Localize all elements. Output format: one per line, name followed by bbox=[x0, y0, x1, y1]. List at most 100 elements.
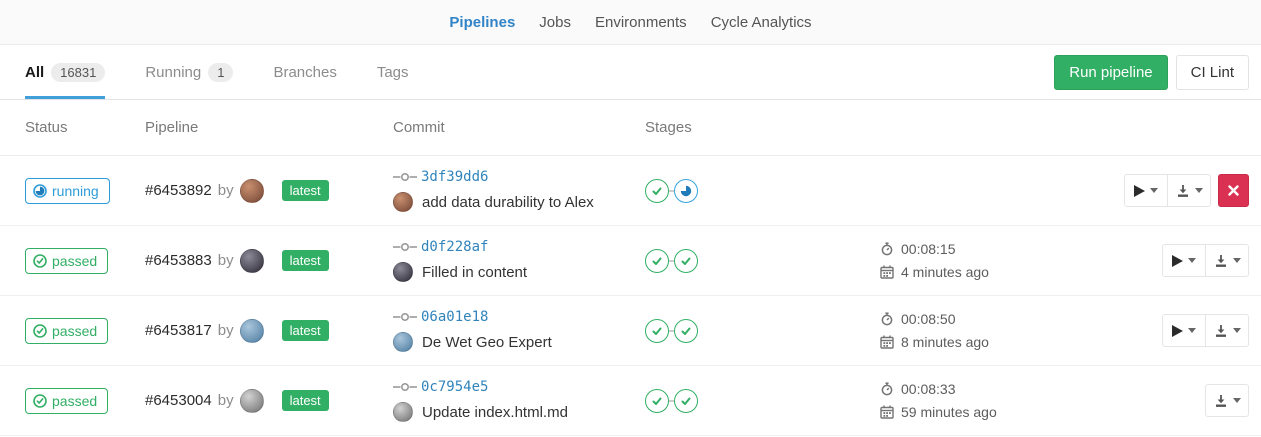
stage-passed-icon[interactable] bbox=[645, 389, 669, 413]
pipeline-id-link[interactable]: #6453892 bbox=[145, 182, 212, 199]
row-action-group bbox=[1162, 244, 1249, 277]
pipeline-duration: 00:08:15 bbox=[901, 241, 956, 257]
status-label: passed bbox=[52, 253, 97, 269]
pipeline-id-link[interactable]: #6453817 bbox=[145, 322, 212, 339]
pipeline-row: passed #6453004 by latest 0c7954e5 Updat… bbox=[0, 366, 1261, 436]
nav-tab-cycle-analytics[interactable]: Cycle Analytics bbox=[711, 14, 812, 31]
pipelines-table-header: Status Pipeline Commit Stages bbox=[0, 100, 1261, 156]
pipelines-toolbar: All 16831 Running 1 Branches Tags Run pi… bbox=[0, 45, 1261, 100]
artifacts-dropdown-button[interactable] bbox=[1205, 384, 1249, 417]
nav-tab-jobs[interactable]: Jobs bbox=[539, 14, 571, 31]
column-header-status: Status bbox=[25, 119, 145, 136]
commit-sha-link[interactable]: d0f228af bbox=[421, 239, 488, 255]
stage-passed-icon[interactable] bbox=[674, 249, 698, 273]
pipeline-id-link[interactable]: #6453004 bbox=[145, 392, 212, 409]
status-badge-passed[interactable]: passed bbox=[25, 248, 108, 274]
chevron-down-icon bbox=[1233, 398, 1241, 403]
commit-icon bbox=[393, 311, 417, 323]
status-label: running bbox=[52, 183, 99, 199]
by-label: by bbox=[218, 392, 234, 409]
tab-all[interactable]: All 16831 bbox=[25, 45, 105, 99]
stage-passed-icon[interactable] bbox=[674, 389, 698, 413]
commit-message-link[interactable]: Update index.html.md bbox=[422, 404, 568, 421]
column-header-commit: Commit bbox=[393, 119, 645, 136]
commit-message-link[interactable]: add data durability to Alex bbox=[422, 194, 594, 211]
commit-author-avatar[interactable] bbox=[393, 262, 413, 282]
by-label: by bbox=[218, 182, 234, 199]
timer-icon bbox=[880, 382, 894, 396]
commit-author-avatar[interactable] bbox=[393, 332, 413, 352]
pipeline-author-avatar[interactable] bbox=[240, 179, 264, 203]
tab-branches[interactable]: Branches bbox=[273, 45, 336, 99]
calendar-icon bbox=[880, 405, 894, 419]
pipeline-row: running #6453892 by latest 3df39dd6 add … bbox=[0, 156, 1261, 226]
tab-all-count-badge: 16831 bbox=[51, 63, 105, 82]
tab-all-label: All bbox=[25, 64, 44, 81]
download-icon bbox=[1214, 394, 1228, 408]
stage-passed-icon[interactable] bbox=[645, 249, 669, 273]
pipeline-author-avatar[interactable] bbox=[240, 319, 264, 343]
play-icon bbox=[1172, 255, 1183, 267]
commit-icon bbox=[393, 381, 417, 393]
download-icon bbox=[1214, 254, 1228, 268]
commit-sha-link[interactable]: 0c7954e5 bbox=[421, 379, 488, 395]
manual-actions-dropdown-button[interactable] bbox=[1124, 174, 1168, 207]
nav-tab-environments[interactable]: Environments bbox=[595, 14, 687, 31]
running-status-icon bbox=[33, 184, 47, 198]
chevron-down-icon bbox=[1195, 188, 1203, 193]
latest-badge: latest bbox=[282, 180, 329, 201]
pipeline-filter-tabs: All 16831 Running 1 Branches Tags bbox=[25, 45, 409, 99]
tab-running-label: Running bbox=[145, 64, 201, 81]
chevron-down-icon bbox=[1188, 328, 1196, 333]
tab-running-count-badge: 1 bbox=[208, 63, 233, 82]
row-action-group bbox=[1162, 314, 1249, 347]
by-label: by bbox=[218, 252, 234, 269]
commit-sha-link[interactable]: 3df39dd6 bbox=[421, 169, 488, 185]
download-icon bbox=[1176, 184, 1190, 198]
status-badge-passed[interactable]: passed bbox=[25, 318, 108, 344]
tab-tags[interactable]: Tags bbox=[377, 45, 409, 99]
pipeline-author-avatar[interactable] bbox=[240, 249, 264, 273]
commit-sha-link[interactable]: 06a01e18 bbox=[421, 309, 488, 325]
artifacts-dropdown-button[interactable] bbox=[1167, 174, 1211, 207]
pipeline-row: passed #6453883 by latest d0f228af Fille… bbox=[0, 226, 1261, 296]
pipeline-row: passed #6453817 by latest 06a01e18 De We… bbox=[0, 296, 1261, 366]
stage-passed-icon[interactable] bbox=[645, 319, 669, 343]
status-badge-running[interactable]: running bbox=[25, 178, 110, 204]
commit-message-link[interactable]: Filled in content bbox=[422, 264, 527, 281]
cancel-pipeline-button[interactable] bbox=[1218, 174, 1249, 207]
nav-tab-pipelines[interactable]: Pipelines bbox=[449, 14, 515, 31]
pipeline-finished-time: 4 minutes ago bbox=[901, 264, 989, 280]
row-action-group bbox=[1206, 384, 1249, 417]
play-icon bbox=[1172, 325, 1183, 337]
status-label: passed bbox=[52, 323, 97, 339]
manual-actions-dropdown-button[interactable] bbox=[1162, 314, 1206, 347]
commit-icon bbox=[393, 241, 417, 253]
manual-actions-dropdown-button[interactable] bbox=[1162, 244, 1206, 277]
tab-running[interactable]: Running 1 bbox=[145, 45, 233, 99]
timer-icon bbox=[880, 242, 894, 256]
commit-author-avatar[interactable] bbox=[393, 192, 413, 212]
passed-status-icon bbox=[33, 394, 47, 408]
column-header-stages: Stages bbox=[645, 119, 880, 136]
pipeline-author-avatar[interactable] bbox=[240, 389, 264, 413]
pipeline-duration: 00:08:50 bbox=[901, 311, 956, 327]
chevron-down-icon bbox=[1233, 328, 1241, 333]
commit-author-avatar[interactable] bbox=[393, 402, 413, 422]
pipeline-id-link[interactable]: #6453883 bbox=[145, 252, 212, 269]
artifacts-dropdown-button[interactable] bbox=[1205, 314, 1249, 347]
artifacts-dropdown-button[interactable] bbox=[1205, 244, 1249, 277]
status-badge-passed[interactable]: passed bbox=[25, 388, 108, 414]
download-icon bbox=[1214, 324, 1228, 338]
pipeline-duration: 00:08:33 bbox=[901, 381, 956, 397]
run-pipeline-button[interactable]: Run pipeline bbox=[1054, 55, 1167, 90]
row-action-group bbox=[1124, 174, 1211, 207]
stage-passed-icon[interactable] bbox=[645, 179, 669, 203]
commit-message-link[interactable]: De Wet Geo Expert bbox=[422, 334, 552, 351]
stage-running-icon[interactable] bbox=[674, 179, 698, 203]
play-icon bbox=[1134, 185, 1145, 197]
passed-status-icon bbox=[33, 324, 47, 338]
toolbar-buttons: Run pipeline CI Lint bbox=[1054, 45, 1249, 99]
stage-passed-icon[interactable] bbox=[674, 319, 698, 343]
ci-lint-button[interactable]: CI Lint bbox=[1176, 55, 1249, 90]
